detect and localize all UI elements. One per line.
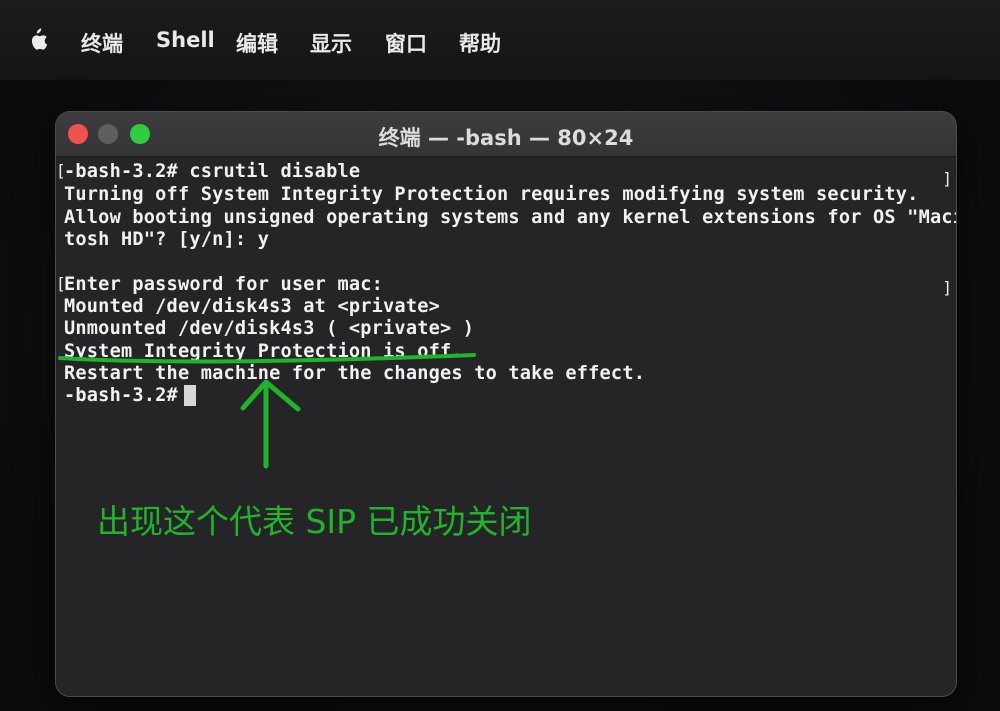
menu-bar: 终端 Shell 编辑 显示 窗口 帮助 [0,0,1000,80]
menu-item-terminal[interactable]: 终端 [81,28,123,58]
terminal-content[interactable]: [ ] -bash-3.2# csrutil disable Turning o… [56,157,956,696]
terminal-line-highlighted: System Integrity Protection is off. [64,341,463,362]
terminal-line: Restart the machine for the changes to t… [64,363,646,384]
menu-item-shell[interactable]: Shell [156,28,215,52]
apple-logo-icon[interactable] [25,27,49,53]
terminal-line: Mounted /dev/disk4s3 at <private> [64,296,441,317]
terminal-line: Unmounted /dev/disk4s3 ( <private> ) [64,318,475,339]
terminal-prompt: -bash-3.2# [64,385,190,406]
menu-item-help[interactable]: 帮助 [459,28,501,58]
scroll-mark-right: ] [942,278,952,297]
terminal-window: 终端 — -bash — 80×24 [ ] -bash-3.2# csruti… [56,112,956,696]
menu-item-edit[interactable]: 编辑 [236,28,278,58]
terminal-line: Allow booting unsigned operating systems… [64,207,956,228]
window-titlebar[interactable]: 终端 — -bash — 80×24 [56,112,956,157]
menu-item-window[interactable]: 窗口 [385,28,427,58]
terminal-line: tosh HD"? [y/n]: y [64,229,270,250]
menu-item-view[interactable]: 显示 [310,28,352,58]
text-cursor [184,385,196,406]
window-title: 终端 — -bash — 80×24 [378,126,634,150]
scroll-mark-right: ] [942,169,952,188]
terminal-line: -bash-3.2# csrutil disable [64,161,361,182]
annotation-text: 出现这个代表 SIP 已成功关闭 [97,502,532,541]
terminal-line: Enter password for user mac: [64,274,384,295]
terminal-line: Turning off System Integrity Protection … [64,184,919,205]
